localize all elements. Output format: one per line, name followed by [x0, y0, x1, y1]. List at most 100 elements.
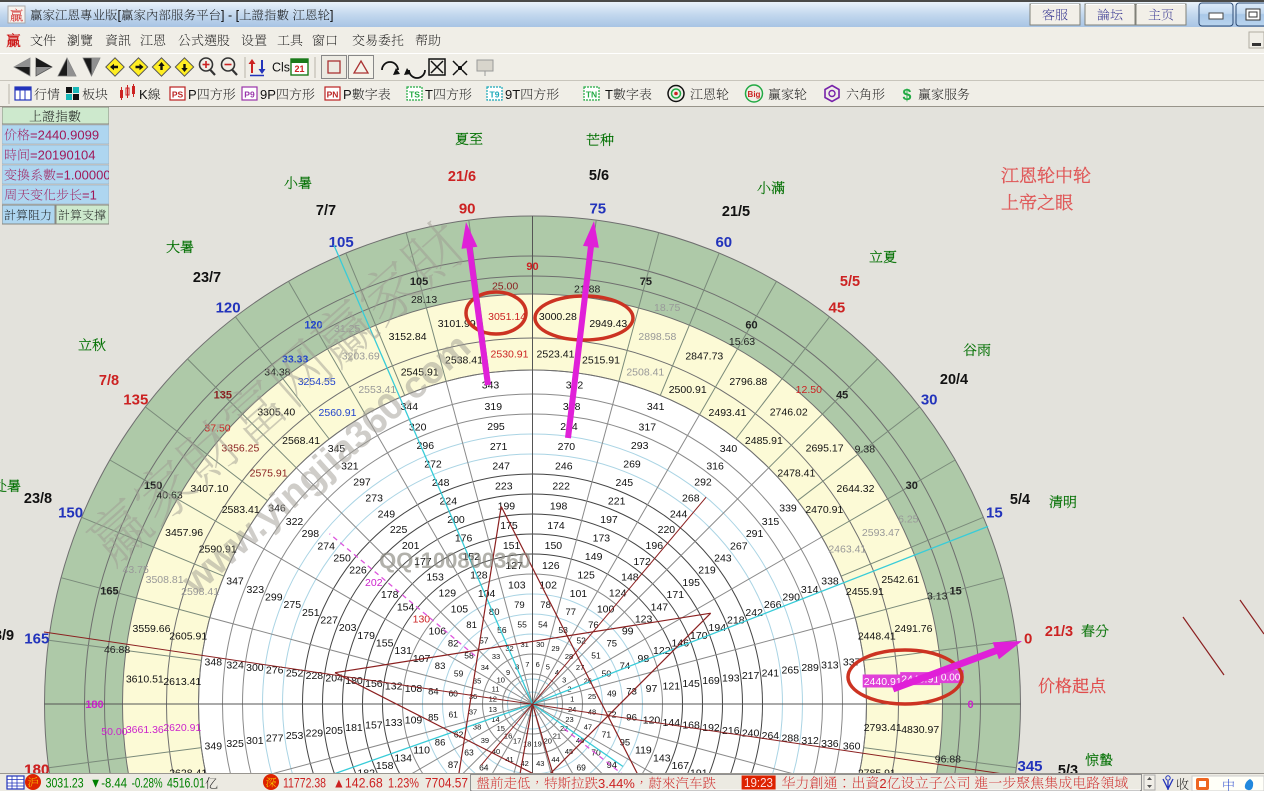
svg-text:79: 79 [514, 600, 525, 611]
svg-text:21/3: 21/3 [1045, 624, 1073, 640]
svg-text:157: 157 [365, 720, 383, 732]
svg-text:82: 82 [448, 638, 459, 649]
svg-text:0: 0 [1024, 631, 1032, 648]
svg-text:224: 224 [440, 495, 458, 507]
svg-text:=1.00000: =1.00000 [56, 168, 111, 183]
svg-text:299: 299 [265, 592, 283, 604]
svg-text:19:23: 19:23 [744, 776, 773, 790]
svg-text:132: 132 [385, 680, 403, 692]
svg-text:] - [: ] - [ [221, 9, 240, 23]
svg-text:245: 245 [616, 477, 634, 489]
svg-text:221: 221 [608, 495, 626, 507]
svg-text:30: 30 [536, 640, 544, 649]
svg-text:323: 323 [247, 584, 265, 596]
svg-text:2485.91: 2485.91 [745, 435, 783, 447]
svg-text:293: 293 [631, 440, 649, 452]
svg-text:86: 86 [435, 738, 446, 749]
svg-text:2898.58: 2898.58 [638, 331, 676, 343]
svg-text:125: 125 [577, 569, 595, 581]
svg-text:2568.41: 2568.41 [282, 435, 320, 447]
svg-text:3051.14: 3051.14 [488, 311, 526, 323]
svg-text:265: 265 [782, 665, 800, 677]
svg-text:130: 130 [413, 613, 431, 625]
svg-text:2605.91: 2605.91 [169, 630, 207, 642]
svg-text:25: 25 [588, 692, 596, 701]
svg-text:171: 171 [667, 589, 685, 601]
svg-text:266: 266 [764, 599, 782, 611]
svg-text:QQ:100800360: QQ:100800360 [379, 548, 531, 573]
svg-text:341: 341 [647, 401, 665, 413]
svg-text:12.50: 12.50 [796, 384, 822, 396]
svg-text:3661.36: 3661.36 [126, 724, 164, 736]
svg-text:97: 97 [646, 683, 658, 695]
svg-text:69: 69 [576, 762, 586, 772]
svg-text:3610.51: 3610.51 [126, 673, 164, 685]
svg-text:43.75: 43.75 [123, 564, 149, 576]
svg-text:P: P [343, 87, 352, 102]
svg-text:2793.41: 2793.41 [864, 722, 902, 734]
svg-text:90: 90 [526, 261, 538, 273]
svg-text:129: 129 [439, 588, 457, 600]
svg-text:180: 180 [85, 699, 103, 711]
svg-text:34: 34 [481, 663, 489, 672]
svg-text:3.44%: 3.44% [598, 776, 635, 791]
svg-text:3: 3 [562, 675, 566, 684]
svg-text:269: 269 [623, 459, 641, 471]
svg-text:3559.66: 3559.66 [133, 623, 171, 635]
svg-text:59: 59 [454, 668, 464, 678]
svg-text:TS: TS [409, 90, 420, 100]
svg-text:61: 61 [448, 709, 458, 719]
svg-text:289: 289 [801, 662, 819, 674]
svg-text:317: 317 [639, 422, 657, 434]
svg-text:135: 135 [214, 389, 232, 401]
svg-text:297: 297 [353, 477, 371, 489]
svg-text:9P: 9P [260, 87, 276, 102]
svg-text:83: 83 [435, 661, 446, 672]
svg-text:119: 119 [635, 745, 652, 757]
svg-text:=2440.9099: =2440.9099 [30, 128, 99, 143]
svg-text:2491.76: 2491.76 [895, 623, 933, 635]
svg-text:18.75: 18.75 [654, 302, 680, 314]
svg-text:101: 101 [570, 588, 588, 600]
svg-text:20/4: 20/4 [940, 372, 968, 388]
svg-text:3407.10: 3407.10 [191, 483, 229, 495]
svg-text:251: 251 [302, 607, 320, 619]
svg-text:17: 17 [513, 737, 521, 746]
svg-text:153: 153 [426, 572, 444, 584]
svg-text:2847.73: 2847.73 [685, 350, 723, 362]
svg-text:179: 179 [357, 630, 375, 642]
svg-text:28.13: 28.13 [411, 294, 437, 306]
svg-text:229: 229 [306, 727, 324, 739]
svg-text:249: 249 [378, 508, 396, 520]
svg-text:2542.61: 2542.61 [881, 574, 919, 586]
svg-text:75: 75 [640, 276, 652, 288]
svg-text:200: 200 [447, 514, 465, 526]
svg-text:TN: TN [586, 90, 597, 100]
svg-text:1.23%: 1.23% [388, 776, 419, 791]
svg-text:11772.38: 11772.38 [283, 775, 326, 791]
svg-text:29: 29 [551, 644, 559, 653]
svg-text:Cls: Cls [272, 61, 290, 75]
svg-text:167: 167 [672, 760, 690, 772]
svg-text:165: 165 [24, 631, 49, 648]
svg-text:108: 108 [405, 683, 423, 695]
svg-text:47: 47 [584, 723, 592, 732]
svg-text:168: 168 [682, 720, 700, 732]
svg-text:2695.17: 2695.17 [806, 443, 844, 455]
svg-text:9.38: 9.38 [855, 444, 876, 456]
svg-text:7/8: 7/8 [99, 373, 119, 389]
svg-text:PN: PN [327, 90, 339, 100]
svg-text:5: 5 [546, 663, 550, 672]
svg-text:2949.43: 2949.43 [589, 318, 627, 330]
svg-text:64: 64 [479, 762, 489, 772]
svg-text:271: 271 [490, 441, 508, 453]
svg-text:268: 268 [682, 492, 700, 504]
svg-text:103: 103 [508, 580, 526, 592]
svg-text:2515.91: 2515.91 [582, 355, 620, 367]
svg-text:2644.32: 2644.32 [837, 483, 875, 495]
svg-text:150: 150 [58, 505, 83, 522]
svg-text:0.00: 0.00 [941, 672, 961, 683]
svg-text:298: 298 [302, 528, 320, 540]
svg-text:2500.91: 2500.91 [669, 384, 707, 396]
svg-text:219: 219 [698, 565, 716, 577]
